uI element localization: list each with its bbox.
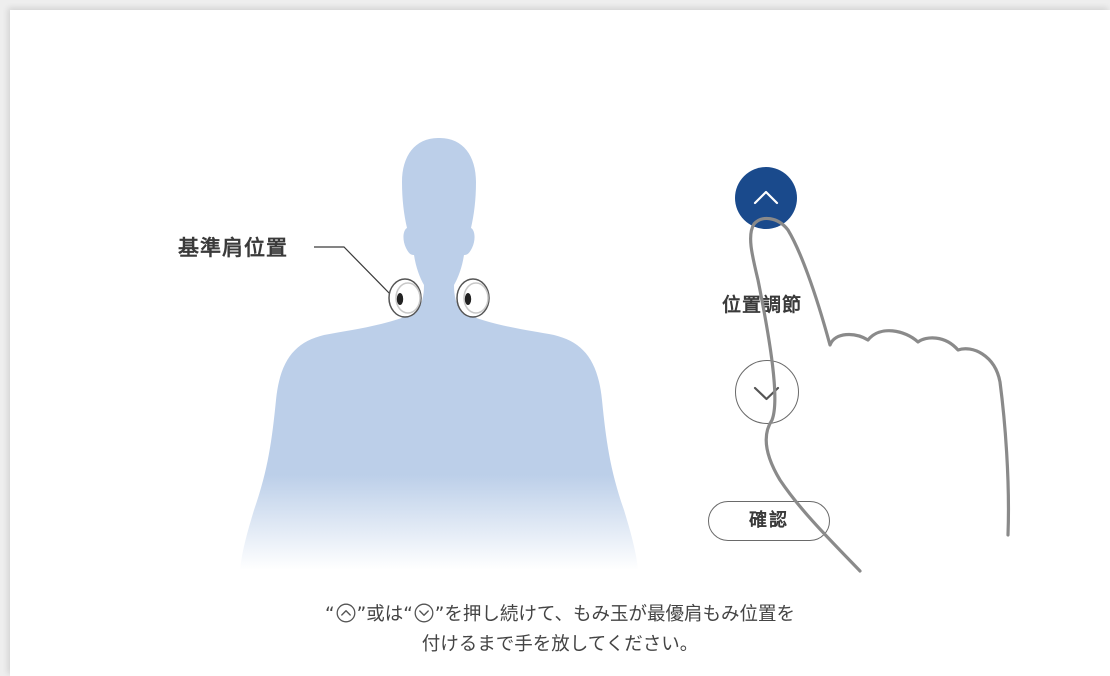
shoulder-position-screen: 基準肩位置 位置調節 確認 “ ”或は“ ”を押し続けて、もみ玉が最優肩もみ位置を … [10, 10, 1110, 676]
instruction-text: “ ”或は“ ”を押し続けて、もみ玉が最優肩もみ位置を 付けるまで手を放してください… [10, 600, 1110, 660]
chevron-up-icon [336, 603, 356, 623]
instruction-line-2: 付けるまで手を放してください。 [421, 634, 699, 655]
instruction-mid-text: ”或は“ [356, 604, 413, 625]
position-up-button[interactable] [735, 167, 797, 229]
instruction-end-text: ”を押し続けて、もみ玉が最優肩もみ位置を [434, 604, 795, 625]
reference-shoulder-label: 基準肩位置 [178, 236, 288, 260]
massage-ball-right [456, 278, 490, 318]
position-adjust-label: 位置調節 [722, 294, 803, 316]
confirm-button[interactable]: 確認 [708, 501, 830, 541]
reference-leader-line [314, 246, 394, 298]
chevron-up-icon [753, 190, 779, 205]
body-silhouette [240, 138, 638, 570]
instruction-quote-open: “ [325, 604, 335, 625]
chevron-down-icon [414, 603, 434, 623]
position-down-button[interactable] [735, 360, 799, 424]
massage-ball-left [388, 278, 422, 318]
chevron-down-icon [753, 386, 780, 401]
instruction-line-1: “ ”或は“ ”を押し続けて、もみ玉が最優肩もみ位置を [10, 600, 1110, 630]
